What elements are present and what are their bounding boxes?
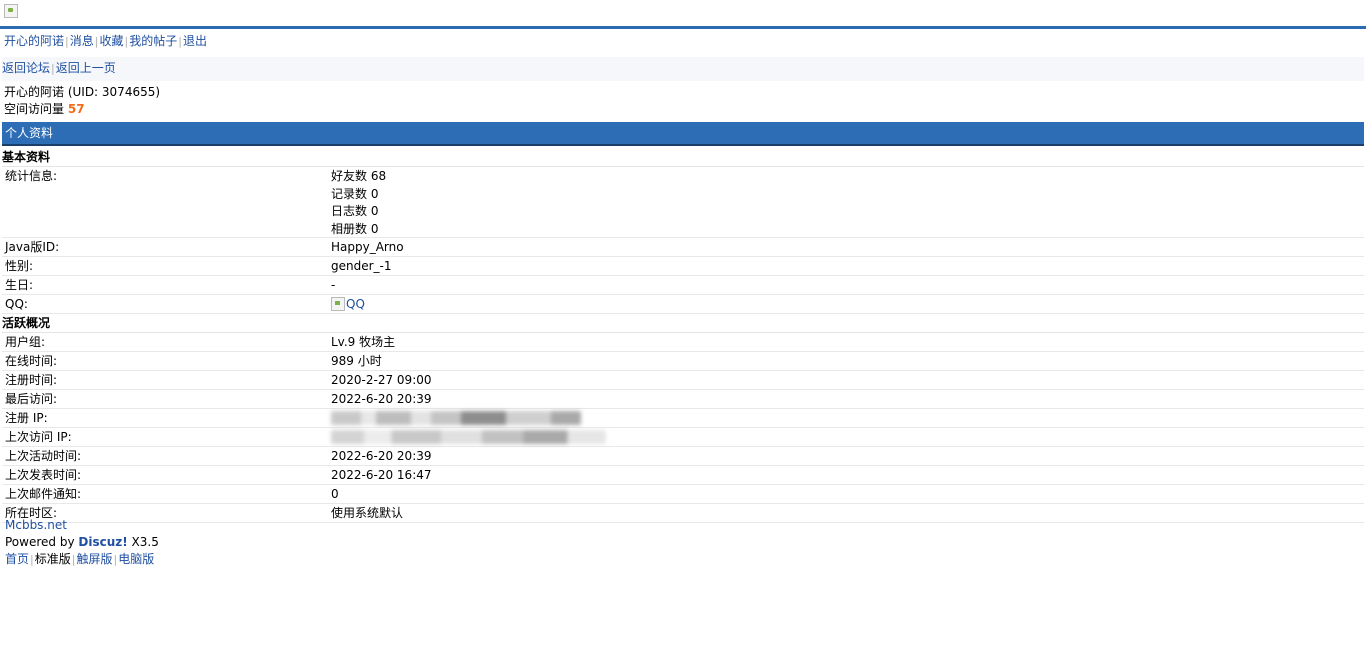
footer-links: 首页|标准版|触屏版|电脑版 <box>5 551 159 568</box>
row-label: 上次活动时间: <box>5 449 82 463</box>
row-value: 2022-6-20 20:39 <box>331 392 432 406</box>
table-row: 上次发表时间: 2022-6-20 16:47 <box>2 466 1364 485</box>
table-row-last-ip: 上次访问 IP: <box>2 428 1364 447</box>
row-label: 用户组: <box>5 335 46 349</box>
site-link[interactable]: Mcbbs.net <box>5 518 67 532</box>
separator: | <box>178 35 182 48</box>
table-row-qq: QQ: QQ <box>2 295 1364 314</box>
table-row: Java版ID: Happy_Arno <box>2 238 1364 257</box>
separator: | <box>113 553 118 566</box>
row-label: 注册 IP: <box>5 411 48 425</box>
nav-my-threads-link[interactable]: 我的帖子 <box>129 34 177 48</box>
profile-table: 基本资料 统计信息: 好友数 68 记录数 0 日志数 0 相册数 0 Java… <box>2 148 1364 523</box>
user-nav: 开心的阿诺|消息|收藏|我的帖子|退出 <box>4 33 207 50</box>
nav-favorites-link[interactable]: 收藏 <box>99 34 123 48</box>
visits-label: 空间访问量 <box>4 102 65 116</box>
row-value <box>331 409 1364 427</box>
row-value: Lv.9 牧场主 <box>331 335 396 349</box>
row-value: 2022-6-20 20:39 <box>331 449 432 463</box>
site-logo-image[interactable] <box>4 4 18 18</box>
row-value: QQ <box>331 295 1364 313</box>
visits-count: 57 <box>67 102 85 116</box>
separator: | <box>65 35 69 48</box>
powered-version: X3.5 <box>127 535 159 549</box>
row-value: 2022-6-20 16:47 <box>331 468 432 482</box>
nav-logout-link[interactable]: 退出 <box>183 34 207 48</box>
table-row: 上次活动时间: 2022-6-20 20:39 <box>2 447 1364 466</box>
stat-records: 记录数 0 <box>331 186 379 201</box>
powered-prefix: Powered by <box>5 535 79 549</box>
row-value: Happy_Arno <box>331 240 404 254</box>
footer-touch-link[interactable]: 触屏版 <box>76 552 112 566</box>
row-label: 在线时间: <box>5 354 58 368</box>
table-row-stats: 统计信息: 好友数 68 记录数 0 日志数 0 相册数 0 <box>2 167 1364 238</box>
table-row: 性别: gender_-1 <box>2 257 1364 276</box>
back-prev-page-link[interactable]: 返回上一页 <box>56 61 116 75</box>
redacted-ip <box>331 430 606 444</box>
table-row: 注册时间: 2020-2-27 09:00 <box>2 371 1364 390</box>
row-value: 0 <box>331 487 339 501</box>
row-value <box>331 428 1364 446</box>
row-label: 性别: <box>5 259 34 273</box>
table-row-reg-ip: 注册 IP: <box>2 409 1364 428</box>
row-label: 生日: <box>5 278 34 292</box>
row-value: 使用系统默认 <box>331 506 404 520</box>
row-label: Java版ID: <box>5 240 60 254</box>
qq-alt-text: QQ <box>346 297 365 311</box>
stat-albums: 相册数 0 <box>331 221 379 236</box>
row-label: 统计信息: <box>5 169 58 183</box>
footer-home-link[interactable]: 首页 <box>5 552 29 566</box>
row-value: - <box>331 278 336 292</box>
footer-desktop-link[interactable]: 电脑版 <box>118 552 154 566</box>
table-row: 用户组: Lv.9 牧场主 <box>2 333 1364 352</box>
table-row: 上次邮件通知: 0 <box>2 485 1364 504</box>
page-footer: Mcbbs.net Powered by Discuz! X3.5 首页|标准版… <box>5 517 159 568</box>
row-label: 上次邮件通知: <box>5 487 82 501</box>
group-title-activity: 活跃概况 <box>2 314 1364 333</box>
row-label: 注册时间: <box>5 373 58 387</box>
table-row: 在线时间: 989 小时 <box>2 352 1364 371</box>
header-rule <box>0 26 1366 29</box>
table-row: 所在时区: 使用系统默认 <box>2 504 1364 523</box>
powered-by: Powered by Discuz! X3.5 <box>5 534 159 551</box>
visits-line: 空间访问量 57 <box>4 101 160 118</box>
row-label: 上次访问 IP: <box>5 430 72 444</box>
separator: | <box>124 35 129 48</box>
qq-image-icon <box>331 297 345 311</box>
qq-contact-link[interactable]: QQ <box>331 295 365 313</box>
group-title-basic: 基本资料 <box>2 148 1364 167</box>
table-row: 最后访问: 2022-6-20 20:39 <box>2 390 1364 409</box>
row-value: 2020-2-27 09:00 <box>331 373 432 387</box>
row-label: 上次发表时间: <box>5 468 82 482</box>
sub-nav: 返回论坛|返回上一页 <box>2 57 1364 81</box>
nav-messages-link[interactable]: 消息 <box>70 34 94 48</box>
discuz-link[interactable]: Discuz! <box>78 535 127 549</box>
stat-friends: 好友数 68 <box>331 169 387 183</box>
stats-values: 好友数 68 记录数 0 日志数 0 相册数 0 <box>331 167 1364 237</box>
profile-header: 开心的阿诺 (UID: 3074655) 空间访问量 57 <box>4 84 160 118</box>
separator: | <box>71 553 76 566</box>
separator: | <box>94 35 99 48</box>
stat-blogs: 日志数 0 <box>331 204 379 218</box>
profile-name-uid: 开心的阿诺 (UID: 3074655) <box>4 85 161 99</box>
row-value: 989 小时 <box>331 354 382 368</box>
row-label: QQ: <box>5 297 28 311</box>
user-link[interactable]: 开心的阿诺 <box>4 34 64 48</box>
separator: | <box>30 553 34 566</box>
footer-standard-text: 标准版 <box>34 552 71 566</box>
table-row: 生日: - <box>2 276 1364 295</box>
separator: | <box>51 62 55 75</box>
row-value: gender_-1 <box>331 259 392 273</box>
row-label: 最后访问: <box>5 392 58 406</box>
back-to-forum-link[interactable]: 返回论坛 <box>2 61 50 75</box>
section-title-bar: 个人资料 <box>2 122 1364 146</box>
redacted-ip <box>331 411 581 425</box>
